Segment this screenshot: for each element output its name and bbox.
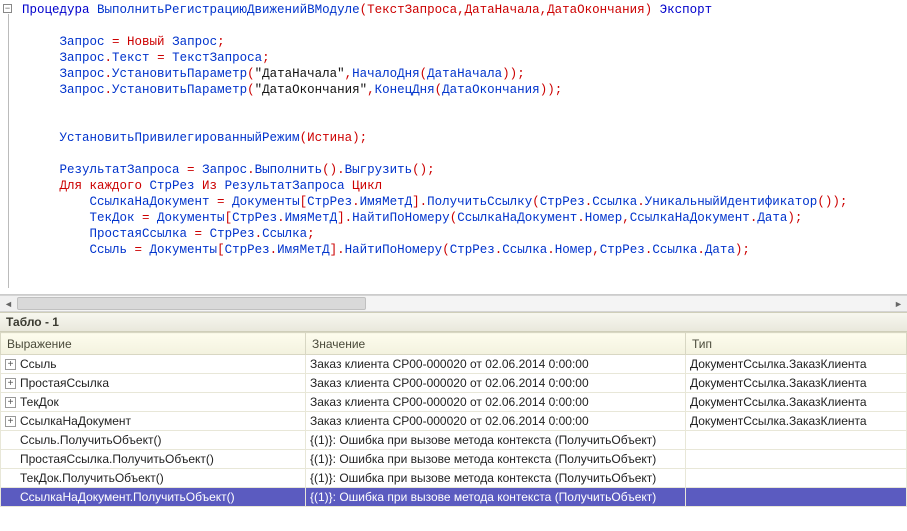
watch-cell-expression[interactable]: + Ссыль — [1, 355, 306, 374]
watch-cell-expression[interactable]: Ссыль.ПолучитьОбъект() — [1, 431, 306, 450]
watch-expression-text: ПростаяСсылка — [20, 376, 109, 390]
expand-icon[interactable]: + — [5, 378, 16, 389]
scroll-track[interactable] — [17, 296, 890, 311]
watch-expression-text: ПростаяСсылка.ПолучитьОбъект() — [20, 452, 214, 466]
watch-cell-value: {(1)}: Ошибка при вызове метода контекст… — [306, 488, 686, 507]
watch-cell-type — [686, 450, 907, 469]
watch-row[interactable]: СсылкаНаДокумент.ПолучитьОбъект() {(1)}: … — [1, 488, 907, 507]
watch-cell-type: ДокументСсылка.ЗаказКлиента — [686, 374, 907, 393]
expand-icon[interactable]: + — [5, 397, 16, 408]
scroll-thumb[interactable] — [17, 297, 366, 310]
watch-expression-text: ТекДок.ПолучитьОбъект() — [20, 471, 164, 485]
expand-icon[interactable]: + — [5, 416, 16, 427]
watch-cell-value: Заказ клиента СР00-000020 от 02.06.2014 … — [306, 355, 686, 374]
col-header-expression[interactable]: Выражение — [1, 333, 306, 355]
watch-expression-text: Ссыль — [20, 357, 57, 371]
watch-cell-value: Заказ клиента СР00-000020 от 02.06.2014 … — [306, 374, 686, 393]
code-text[interactable]: Процедура ВыполнитьРегистрациюДвиженийВМ… — [0, 0, 907, 260]
scroll-left-arrow-icon[interactable]: ◄ — [0, 296, 17, 311]
col-header-value[interactable]: Значение — [306, 333, 686, 355]
watch-cell-type — [686, 431, 907, 450]
watch-cell-expression[interactable]: + СсылкаНаДокумент — [1, 412, 306, 431]
watch-expression-text: СсылкаНаДокумент — [20, 414, 131, 428]
fold-toggle[interactable]: − — [3, 4, 12, 13]
watch-row[interactable]: + ТекДок Заказ клиента СР00-000020 от 02.0… — [1, 393, 907, 412]
watch-cell-value: {(1)}: Ошибка при вызове метода контекст… — [306, 469, 686, 488]
watch-row[interactable]: Ссыль.ПолучитьОбъект() {(1)}: Ошибка при … — [1, 431, 907, 450]
horizontal-scrollbar[interactable]: ◄ ► — [0, 295, 907, 312]
watch-cell-expression[interactable]: ПростаяСсылка.ПолучитьОбъект() — [1, 450, 306, 469]
watch-cell-value: {(1)}: Ошибка при вызове метода контекст… — [306, 431, 686, 450]
watch-row[interactable]: ТекДок.ПолучитьОбъект() {(1)}: Ошибка при… — [1, 469, 907, 488]
col-header-type[interactable]: Тип — [686, 333, 907, 355]
scroll-right-arrow-icon[interactable]: ► — [890, 296, 907, 311]
gutter: − — [0, 0, 18, 294]
watch-row[interactable]: + Ссыль Заказ клиента СР00-000020 от 02.06… — [1, 355, 907, 374]
watch-header-row: Выражение Значение Тип — [1, 333, 907, 355]
watch-cell-value: Заказ клиента СР00-000020 от 02.06.2014 … — [306, 393, 686, 412]
watch-cell-type: ДокументСсылка.ЗаказКлиента — [686, 393, 907, 412]
watch-row[interactable]: ПростаяСсылка.ПолучитьОбъект() {(1)}: Оши… — [1, 450, 907, 469]
watch-expression-text: СсылкаНаДокумент.ПолучитьОбъект() — [20, 490, 235, 504]
watch-panel[interactable]: Выражение Значение Тип + Ссыль Заказ клиен… — [0, 332, 907, 531]
watch-cell-expression[interactable]: + ПростаяСсылка — [1, 374, 306, 393]
watch-expression-text: ТекДок — [20, 395, 59, 409]
watch-expression-text: Ссыль.ПолучитьОбъект() — [20, 433, 161, 447]
watch-cell-type: ДокументСсылка.ЗаказКлиента — [686, 412, 907, 431]
watch-cell-type — [686, 469, 907, 488]
watch-row[interactable]: + ПростаяСсылка Заказ клиента СР00-000020 … — [1, 374, 907, 393]
watch-table[interactable]: Выражение Значение Тип + Ссыль Заказ клиен… — [0, 332, 907, 507]
watch-cell-expression[interactable]: ТекДок.ПолучитьОбъект() — [1, 469, 306, 488]
code-editor[interactable]: − Процедура ВыполнитьРегистрациюДвижений… — [0, 0, 907, 295]
watch-cell-value: {(1)}: Ошибка при вызове метода контекст… — [306, 450, 686, 469]
watch-panel-title: Табло - 1 — [0, 312, 907, 332]
watch-cell-expression[interactable]: СсылкаНаДокумент.ПолучитьОбъект() — [1, 488, 306, 507]
watch-cell-type — [686, 488, 907, 507]
fold-guide — [8, 14, 9, 288]
watch-cell-value: Заказ клиента СР00-000020 от 02.06.2014 … — [306, 412, 686, 431]
watch-row[interactable]: + СсылкаНаДокумент Заказ клиента СР00-0000… — [1, 412, 907, 431]
expand-icon[interactable]: + — [5, 359, 16, 370]
watch-cell-expression[interactable]: + ТекДок — [1, 393, 306, 412]
watch-cell-type: ДокументСсылка.ЗаказКлиента — [686, 355, 907, 374]
